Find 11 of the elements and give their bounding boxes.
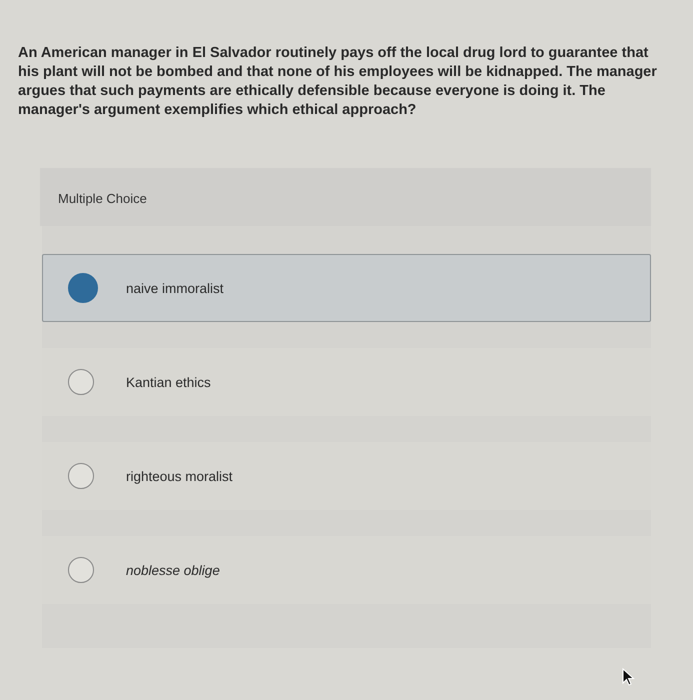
radio-button[interactable] <box>68 273 98 303</box>
answer-option[interactable]: noblesse oblige <box>42 536 651 604</box>
radio-button[interactable] <box>68 463 94 489</box>
mouse-cursor-icon <box>622 668 636 686</box>
answer-option[interactable]: naive immoralist <box>42 254 651 322</box>
section-label: Multiple Choice <box>58 191 147 206</box>
answer-option[interactable]: righteous moralist <box>42 442 651 510</box>
question-text: An American manager in El Salvador routinely pays off the local drug lord to guarantee that his plant will not be bombed and that none of his employees will be kidnapped. The manager argues that such payments are ethically defensible because everyone is doing it. The manager's argument exemplifies which ethical approach? <box>17 44 658 120</box>
radio-button[interactable] <box>68 557 94 583</box>
radio-button[interactable] <box>68 369 94 395</box>
answer-option[interactable]: Kantian ethics <box>42 348 651 416</box>
